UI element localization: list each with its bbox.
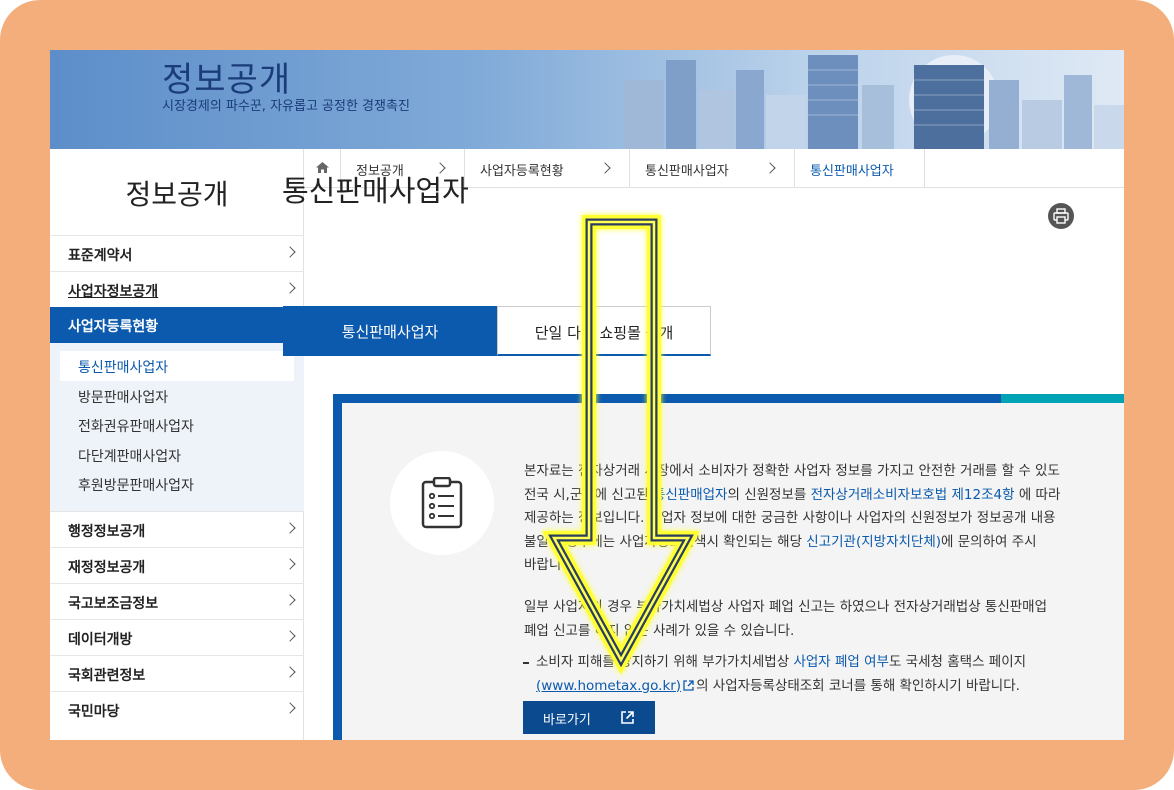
sidebar-item-label: 국고보조금정보 xyxy=(68,595,159,612)
sidebar-item-label: 사업자등록현황 xyxy=(68,319,159,335)
breadcrumb-label: 통신판매사업자 xyxy=(810,164,894,179)
info-line: 불일치 경우에는 사업자정보검색시 확인되는 해당 신고기관(지방자치단체)에 … xyxy=(524,531,1144,555)
sidebar-item-label: 표준계약서 xyxy=(68,248,133,264)
info-text: 소비자 피해를 방지하기 위해 부가가치세법상 xyxy=(536,654,794,670)
chevron-right-icon xyxy=(284,665,296,678)
chevron-right-icon xyxy=(764,162,776,174)
sidebar-submenu: 통신판매사업자 방문판매사업자 전화권유판매사업자 다단계판매사업자 후원방문판… xyxy=(50,343,304,511)
sidebar-item-open-data[interactable]: 데이터개방 xyxy=(50,618,304,655)
screenshot-frame: 정보공개 시장경제의 파수꾼, 자유롭고 공정한 경쟁촉진 정보공개 표준계약서… xyxy=(0,0,1174,790)
info-text: 의 사업자등록상태조회 코너를 통해 확인하시기 바랍니다. xyxy=(696,677,1020,694)
submenu-item-mail-order[interactable]: 통신판매사업자 xyxy=(60,351,294,381)
info-text: 전국 시,군구에 신고된 xyxy=(524,486,653,503)
info-line: 바랍니다. xyxy=(524,557,578,573)
sidebar-item-finance-info[interactable]: 재정정보공개 xyxy=(50,546,304,583)
chevron-right-icon xyxy=(284,593,296,606)
sidebar-item-label: 재정정보공개 xyxy=(68,559,146,576)
bullet-dash xyxy=(523,662,529,664)
info-box: 본자료는 전자상거래 시장에서 소비자가 정확한 사업자 정보를 가지고 안전한… xyxy=(333,394,1124,740)
info-text: 에 문의하여 주시 xyxy=(941,533,1037,550)
external-link-icon xyxy=(683,679,694,691)
sidebar-title: 정보공개 xyxy=(125,178,229,211)
go-button[interactable]: 바로가기 xyxy=(523,701,655,734)
chevron-right-icon xyxy=(284,557,296,570)
print-icon xyxy=(1053,208,1069,224)
clipboard-icon xyxy=(421,477,463,529)
chevron-right-icon xyxy=(284,282,296,294)
chevron-right-icon xyxy=(284,701,296,714)
header-banner: 정보공개 시장경제의 파수꾼, 자유롭고 공정한 경쟁촉진 xyxy=(50,50,1124,149)
sidebar-item-label: 행정정보공개 xyxy=(68,523,146,540)
info-line: 제공하는 정보입니다. 사업자 정보에 대한 궁금한 사항이나 사업자의 신원정… xyxy=(524,510,1056,526)
submenu-item-door-to-door[interactable]: 방문판매사업자 xyxy=(60,381,294,411)
sidebar-item-citizen-square[interactable]: 국민마당 xyxy=(50,690,304,727)
info-line: 전국 시,군구에 신고된 통신판매업자의 신원정보를 전자상거래소비자보호법 제… xyxy=(524,484,1144,508)
submenu-item-multilevel[interactable]: 다단계판매사업자 xyxy=(60,440,294,470)
info-text: 의 신원정보를 xyxy=(727,486,811,503)
chevron-right-icon xyxy=(284,521,296,534)
link-business-closure[interactable]: 사업자 폐업 여부 xyxy=(793,654,889,670)
sidebar-item-admin-info[interactable]: 행정정보공개 xyxy=(50,510,304,547)
chevron-right-icon xyxy=(284,629,296,642)
info-text: 불일치 경우에는 사업자정보검색시 확인되는 해당 xyxy=(524,533,807,550)
info-paragraph-2: 일부 사업자의 경우 부가가치세법상 사업자 폐업 신고는 하였으나 전자상거래… xyxy=(524,596,1144,643)
go-button-label: 바로가기 xyxy=(543,713,591,728)
sidebar-item-business-info[interactable]: 사업자정보공개 xyxy=(50,271,304,307)
link-ecommerce-law[interactable]: 전자상거래소비자보호법 제12조4항 xyxy=(811,487,1015,503)
city-skyline-illustration xyxy=(624,55,1124,149)
breadcrumb-item-registration[interactable]: 사업자등록현황 xyxy=(465,149,630,187)
info-paragraph-1: 본자료는 전자상거래 시장에서 소비자가 정확한 사업자 정보를 가지고 안전한… xyxy=(524,460,1144,578)
chevron-right-icon xyxy=(599,162,611,174)
sidebar-item-label: 데이터개방 xyxy=(68,631,133,648)
page-title: 통신판매사업자 xyxy=(282,174,469,208)
sidebar-item-subsidy-info[interactable]: 국고보조금정보 xyxy=(50,582,304,619)
banner-subtitle: 시장경제의 파수꾼, 자유롭고 공정한 경쟁촉진 xyxy=(162,99,410,114)
info-line: 소비자 피해를 방지하기 위해 부가가치세법상 사업자 폐업 여부도 국세청 홈… xyxy=(536,651,1156,675)
banner-title: 정보공개 xyxy=(162,60,292,100)
sidebar-item-label: 국회관련정보 xyxy=(68,667,146,684)
sidebar: 정보공개 표준계약서 사업자정보공개 사업자등록현황 통신판매사업자 방문판매사… xyxy=(50,149,304,740)
breadcrumb-item-mail-order[interactable]: 통신판매사업자 xyxy=(630,149,795,187)
link-mail-order-business[interactable]: 통신판매업자 xyxy=(653,487,728,503)
accent-strip xyxy=(1001,394,1124,403)
tab-bar: 통신판매사업자 단일 다빈 쇼핑몰 공개 xyxy=(283,306,711,356)
sidebar-menu: 표준계약서 사업자정보공개 사업자등록현황 통신판매사업자 방문판매사업자 전화… xyxy=(50,235,304,727)
print-button[interactable] xyxy=(1048,203,1074,229)
info-line: 본자료는 전자상거래 시장에서 소비자가 정확한 사업자 정보를 가지고 안전한… xyxy=(524,463,1060,479)
external-link-icon xyxy=(621,711,634,724)
breadcrumb-item-current[interactable]: 통신판매사업자 xyxy=(795,149,925,187)
info-line: 일부 사업자의 경우 부가가치세법상 사업자 폐업 신고는 하였으나 전자상거래… xyxy=(524,599,1048,615)
submenu-item-telemarketing[interactable]: 전화권유판매사업자 xyxy=(60,410,294,440)
link-hometax[interactable]: (www.hometax.go.kr) xyxy=(536,678,681,694)
chevron-right-icon xyxy=(284,246,296,258)
tab-single-shopping-mall[interactable]: 단일 다빈 쇼핑몰 공개 xyxy=(497,306,711,356)
info-paragraph-3: 소비자 피해를 방지하기 위해 부가가치세법상 사업자 폐업 여부도 국세청 홈… xyxy=(536,651,1156,698)
sidebar-item-standard-contract[interactable]: 표준계약서 xyxy=(50,235,304,271)
info-line: 폐업 신고를 하지 않은 사례가 있을 수 있습니다. xyxy=(524,622,795,639)
link-reporting-agency[interactable]: 신고기관(지방자치단체) xyxy=(806,534,941,550)
info-line: (www.hometax.go.kr) 의 사업자등록상태조회 코너를 통해 확인… xyxy=(536,675,1156,699)
info-text: 에 따라 xyxy=(1014,486,1061,503)
breadcrumb-label: 사업자등록현황 xyxy=(480,164,564,179)
tab-mail-order-business[interactable]: 통신판매사업자 xyxy=(283,306,497,356)
sidebar-item-label: 사업자정보공개 xyxy=(68,284,159,300)
clipboard-icon-circle xyxy=(390,451,494,555)
info-text: 도 국세청 홈택스 페이지 xyxy=(888,654,1027,670)
sidebar-item-assembly-info[interactable]: 국회관련정보 xyxy=(50,654,304,691)
sidebar-item-business-registration[interactable]: 사업자등록현황 xyxy=(50,307,304,343)
sidebar-item-label: 국민마당 xyxy=(68,703,120,720)
breadcrumb-label: 통신판매사업자 xyxy=(645,164,729,179)
submenu-item-sponsored-visit[interactable]: 후원방문판매사업자 xyxy=(60,469,294,499)
sidebar-submenu-container: 통신판매사업자 방문판매사업자 전화권유판매사업자 다단계판매사업자 후원방문판… xyxy=(50,343,304,511)
